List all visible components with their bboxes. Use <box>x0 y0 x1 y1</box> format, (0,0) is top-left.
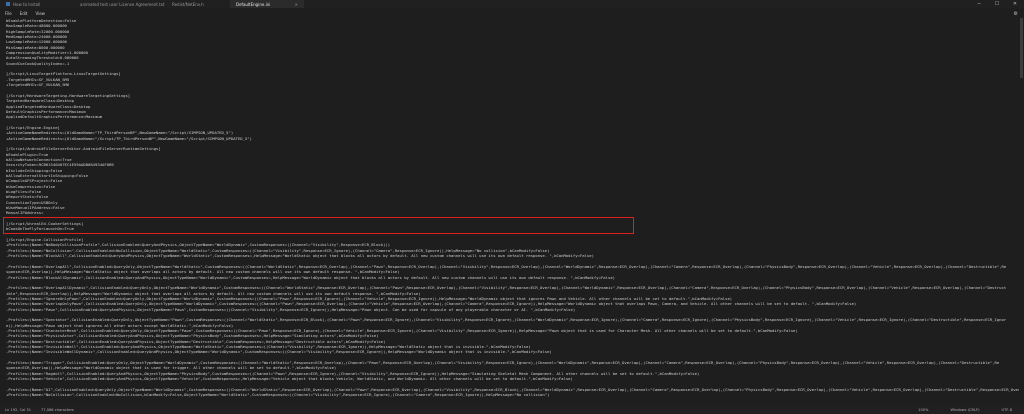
vertical-scrollbar[interactable] <box>1019 18 1024 405</box>
tab-default-engine[interactable]: DefaultEngine.ini ✕ <box>230 0 304 8</box>
minimize-button[interactable]: ─ <box>970 0 988 8</box>
menu-bar: File Edit View ⚙ <box>0 9 1024 18</box>
text-editor[interactable]: bEnablePlatformDetection=False MaxSampleR… <box>0 18 1024 405</box>
tab-license-agreement[interactable]: animated test user License Agreement.txt <box>74 0 166 8</box>
character-count: 77,586 characters <box>41 407 74 412</box>
tab-netenv[interactable]: Redist/NetEnv.h <box>166 0 230 8</box>
tab-label: DefaultEngine.ini <box>236 1 271 7</box>
maximize-button[interactable]: ☐ <box>988 0 1006 8</box>
zoom-level[interactable]: 100% <box>918 408 928 412</box>
tab-label: How to Install <box>13 1 41 7</box>
tab-label: Redist/NetEnv.h <box>172 1 204 7</box>
notepad-icon <box>6 2 10 6</box>
title-bar: How to Install animated test user Licens… <box>0 0 1024 8</box>
menu-file[interactable]: File <box>0 11 16 16</box>
line-ending[interactable]: Windows (CRLF) <box>950 408 979 412</box>
editor-line: -Profiles=(Name="Spectator",CollisionEna… <box>6 317 1007 323</box>
close-button[interactable]: ✕ <box>1006 0 1024 8</box>
scrollbar-thumb[interactable] <box>1020 18 1023 78</box>
encoding[interactable]: UTF-8 <box>1002 408 1012 412</box>
status-bar: Ln 192, Col 31 77,586 characters 100% Wi… <box>0 405 1024 414</box>
tab-label: animated test user License Agreement.txt <box>80 1 165 7</box>
menu-edit[interactable]: Edit <box>16 11 32 16</box>
editor-line: +Profiles=(Name="NoCollision",CollisionE… <box>6 392 550 398</box>
window-controls: ─ ☐ ✕ <box>970 0 1024 8</box>
menu-view[interactable]: View <box>31 11 49 16</box>
settings-icon[interactable]: ⚙ <box>1014 11 1018 17</box>
close-tab-icon[interactable]: ✕ <box>291 2 298 7</box>
editor-line: -Profiles=(Name="OverlapAllDynamic",Coll… <box>6 285 1007 291</box>
cursor-position: Ln 192, Col 31 <box>5 407 31 412</box>
tab-how-to-install[interactable]: How to Install <box>0 0 74 8</box>
